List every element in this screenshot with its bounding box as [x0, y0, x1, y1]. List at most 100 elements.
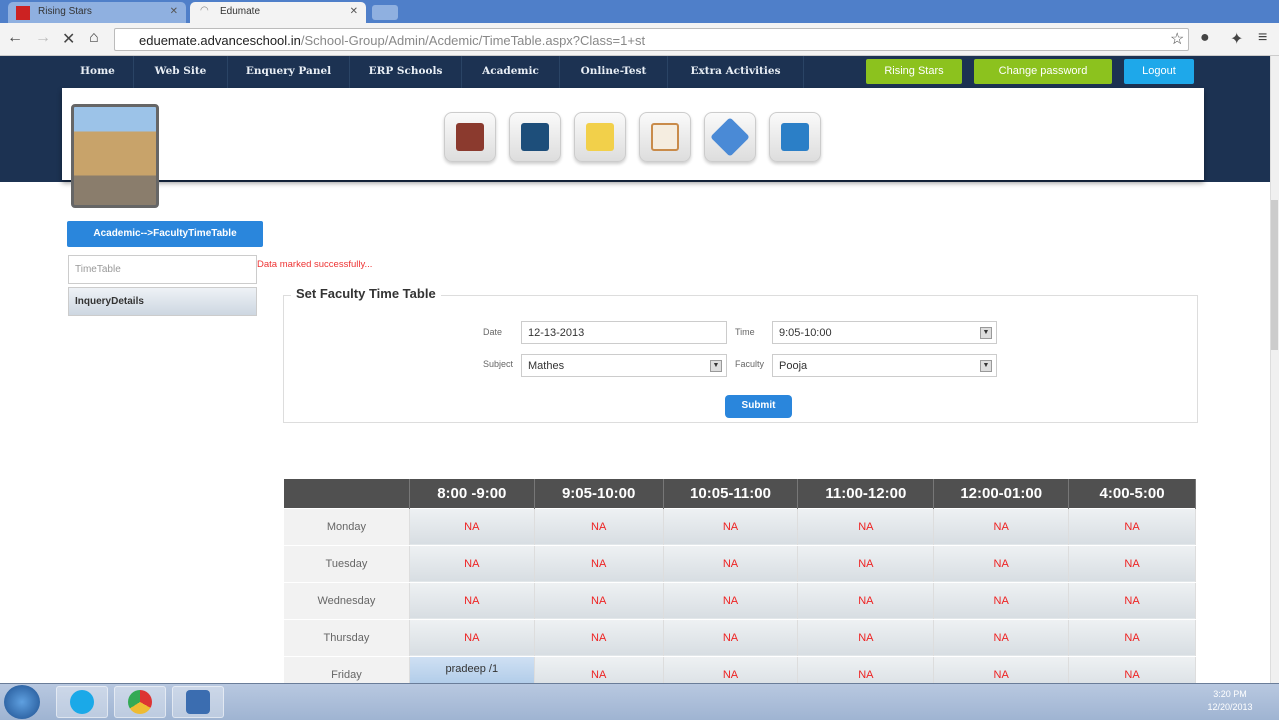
scrollbar-thumb[interactable]	[1271, 200, 1278, 350]
column-header: 11:00-12:00	[797, 479, 935, 508]
app-taskbar-icon[interactable]	[172, 686, 224, 718]
forward-icon[interactable]: →	[35, 29, 51, 47]
table-row: Monday NA NA NA NA NA NA	[283, 507, 1196, 546]
nav-home[interactable]: Home	[62, 56, 134, 88]
slot-cell[interactable]: NA	[1068, 581, 1196, 620]
slot-cell[interactable]: NA	[408, 507, 535, 546]
school-logo-image	[71, 104, 159, 208]
nav-website[interactable]: Web Site	[134, 56, 228, 88]
extension-icon[interactable]: ✦	[1230, 29, 1243, 49]
faculty-label: Faculty	[735, 359, 765, 369]
close-tab-icon[interactable]: ✕	[170, 6, 178, 17]
close-tab-icon[interactable]: ✕	[350, 6, 358, 17]
column-header: 12:00-01:00	[933, 479, 1070, 508]
day-cell: Tuesday	[283, 544, 410, 583]
time-select[interactable]: 9:05-10:00 ▼	[772, 321, 997, 344]
nav-online-test[interactable]: Online-Test	[560, 56, 668, 88]
slot-cell[interactable]: NA	[933, 544, 1070, 583]
stop-icon[interactable]: ✕	[62, 29, 75, 49]
slot-cell[interactable]: NA	[533, 544, 664, 583]
slot-cell[interactable]: NA	[662, 544, 799, 583]
nav-enquery-panel[interactable]: Enquery Panel	[228, 56, 350, 88]
new-tab-button[interactable]	[372, 5, 398, 20]
back-icon[interactable]: ←	[7, 29, 23, 47]
day-cell: Thursday	[283, 618, 410, 657]
slot-cell[interactable]: NA	[1068, 544, 1196, 583]
user-icon[interactable]: ●	[1200, 29, 1210, 47]
day-cell: Monday	[283, 507, 410, 546]
slot-cell[interactable]: NA	[1068, 618, 1196, 657]
slot-cell[interactable]: NA	[533, 507, 664, 546]
date-input[interactable]: 12-13-2013	[521, 321, 727, 344]
slot-cell[interactable]: NA	[533, 618, 664, 657]
header-panel	[62, 88, 1204, 180]
tab-label: Edumate	[220, 6, 261, 17]
table-row: Wednesday NA NA NA NA NA NA	[283, 581, 1196, 620]
change-password-button[interactable]: Change password	[974, 59, 1112, 84]
logout-button[interactable]: Logout	[1124, 59, 1194, 84]
url-host: eduemate.advanceschool.in	[139, 33, 301, 48]
tab-rising-stars[interactable]: Rising Stars ✕	[8, 2, 186, 23]
timetable-grid: 8:00 -9:00 9:05-10:00 10:05-11:00 11:00-…	[283, 479, 1196, 694]
system-clock[interactable]: 3:20 PM 12/20/2013	[1200, 688, 1260, 714]
breadcrumb: Academic-->FacultyTimeTable	[67, 221, 263, 247]
nav-extra-activities[interactable]: Extra Activities	[668, 56, 804, 88]
slot-cell[interactable]: NA	[408, 618, 535, 657]
start-button[interactable]	[4, 685, 40, 719]
slot-cell[interactable]: NA	[797, 618, 935, 657]
note-icon[interactable]	[574, 112, 626, 162]
chrome-taskbar-icon[interactable]	[114, 686, 166, 718]
submit-button[interactable]: Submit	[725, 395, 792, 418]
slot-cell[interactable]: NA	[662, 618, 799, 657]
home-icon[interactable]: ⌂	[89, 29, 99, 47]
slot-cell[interactable]: NA	[662, 507, 799, 546]
nav-academic[interactable]: Academic	[462, 56, 560, 88]
faculty-value: Pooja	[779, 360, 808, 372]
url-path: /School-Group/Admin/Acdemic/TimeTable.as…	[300, 33, 646, 48]
column-header: 4:00-5:00	[1068, 479, 1196, 508]
help-icon[interactable]	[704, 112, 756, 162]
slot-cell[interactable]: NA	[797, 544, 935, 583]
slot-cell[interactable]: NA	[933, 507, 1070, 546]
sidebar-item-inquery-details[interactable]: InqueryDetails	[68, 287, 257, 316]
tab-edumate[interactable]: ◠ Edumate ✕	[190, 2, 366, 23]
table-row: Thursday NA NA NA NA NA NA	[283, 618, 1196, 657]
document-icon[interactable]	[639, 112, 691, 162]
dropdown-icon: ▼	[710, 360, 722, 372]
column-header: 8:00 -9:00	[409, 479, 535, 508]
column-header: 9:05-10:00	[534, 479, 664, 508]
subject-label: Subject	[483, 359, 514, 369]
video-icon[interactable]	[769, 112, 821, 162]
dropdown-icon: ▼	[980, 360, 992, 372]
dropdown-icon: ▼	[980, 327, 992, 339]
skype-taskbar-icon[interactable]	[56, 686, 108, 718]
clock-date: 12/20/2013	[1207, 702, 1253, 712]
rising-stars-button[interactable]: Rising Stars	[866, 59, 962, 84]
book-icon[interactable]	[509, 112, 561, 162]
slot-cell[interactable]: NA	[933, 618, 1070, 657]
corner-header	[283, 479, 410, 508]
slot-cell[interactable]: NA	[1068, 507, 1196, 546]
menu-icon[interactable]: ≡	[1258, 29, 1267, 47]
subject-value: Mathes	[528, 360, 565, 372]
url-input[interactable]: eduemate.advanceschool.in/School-Group/A…	[114, 28, 1189, 51]
slot-cell[interactable]: NA	[408, 581, 535, 620]
favicon-icon	[16, 6, 30, 20]
slot-cell[interactable]: NA	[933, 581, 1070, 620]
loading-icon: ◠	[200, 5, 209, 16]
slot-cell[interactable]: NA	[662, 581, 799, 620]
slot-cell[interactable]: NA	[533, 581, 664, 620]
star-icon[interactable]: ☆	[1170, 29, 1184, 49]
table-row: Tuesday NA NA NA NA NA NA	[283, 544, 1196, 583]
time-value: 9:05-10:00	[779, 327, 832, 339]
time-label: Time	[735, 327, 755, 337]
slot-cell[interactable]: NA	[797, 581, 935, 620]
people-icon[interactable]	[444, 112, 496, 162]
faculty-select[interactable]: Pooja ▼	[772, 354, 997, 377]
slot-cell[interactable]: NA	[408, 544, 535, 583]
nav-erp-schools[interactable]: ERP Schools	[350, 56, 462, 88]
page-scrollbar[interactable]	[1270, 56, 1279, 683]
subject-select[interactable]: Mathes ▼	[521, 354, 727, 377]
sidebar-item-timetable[interactable]: TimeTable	[68, 255, 257, 284]
slot-cell[interactable]: NA	[797, 507, 935, 546]
